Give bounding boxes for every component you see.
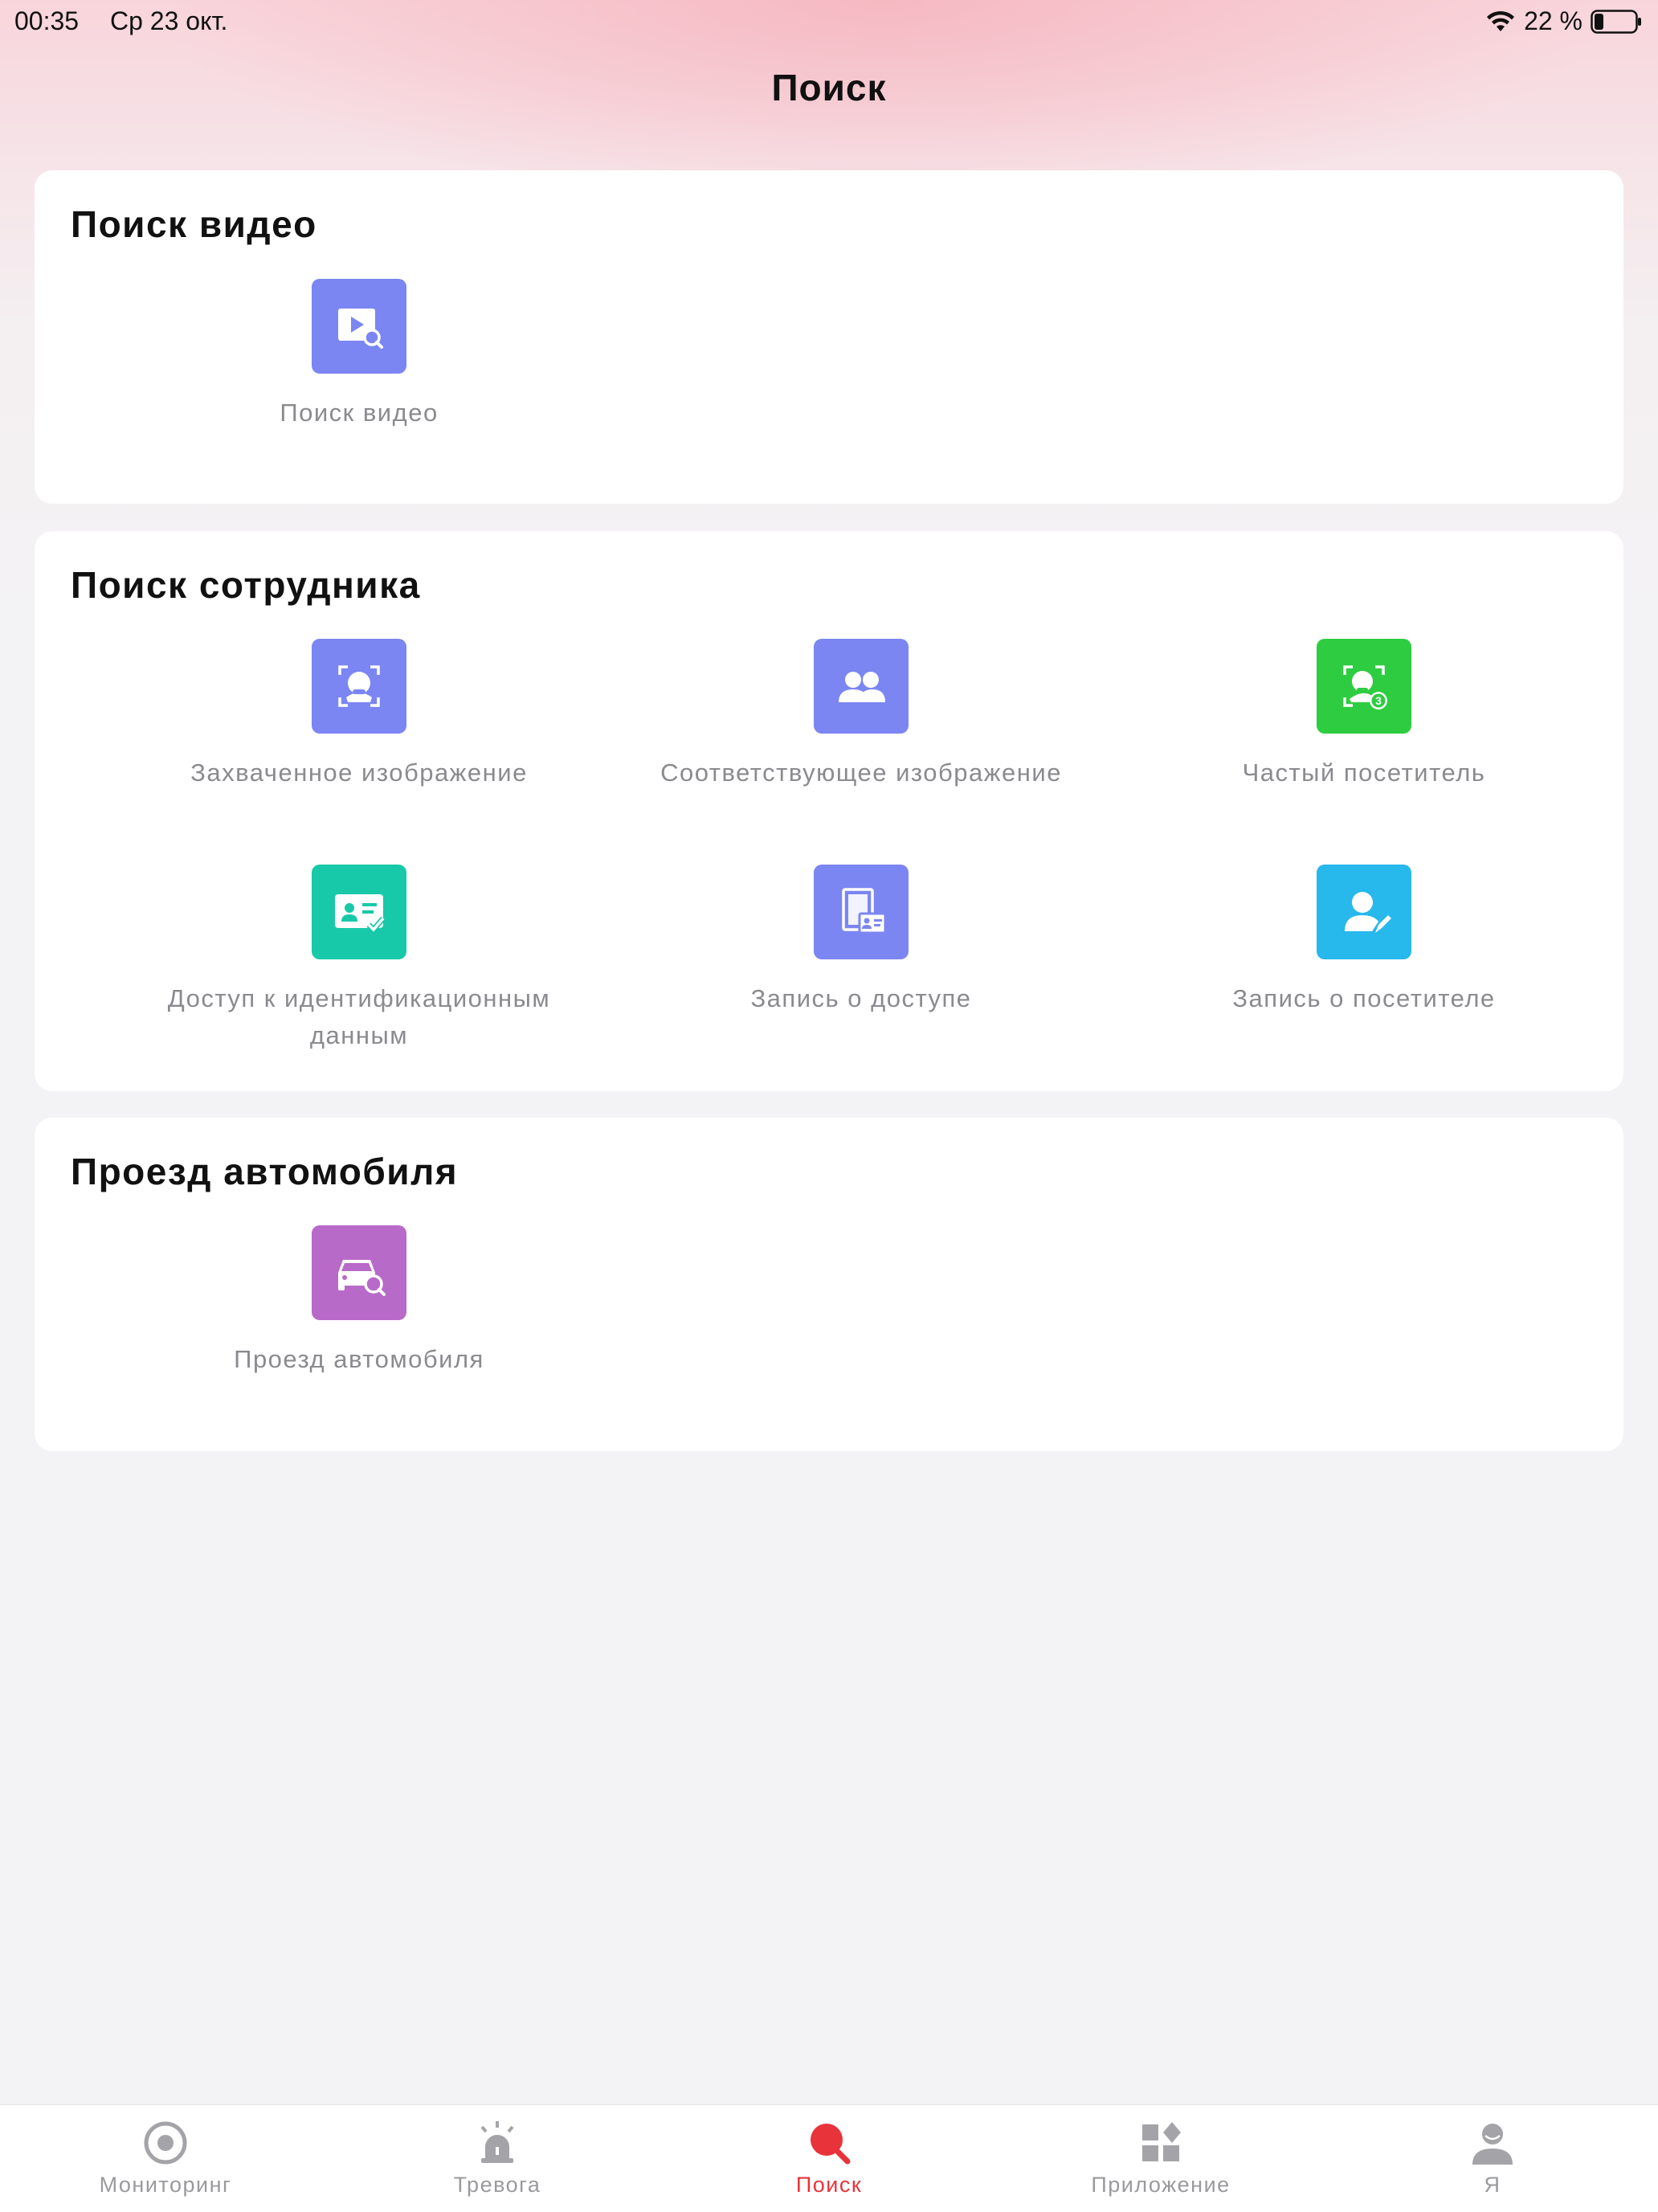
tile-label: Соответствующее изображение [660, 758, 1062, 787]
tile-label: Запись о посетителе [1232, 984, 1496, 1012]
monitoring-icon [144, 2121, 187, 2165]
section-video-search: Поиск видео Поиск видео [35, 170, 1623, 504]
video-search-icon [312, 279, 406, 374]
tab-apps[interactable]: Приложение [995, 2118, 1326, 2198]
status-bar: 00:35 Ср 23 окт. 22 % [0, 0, 1658, 45]
tile-captured-image[interactable]: Захваченное изображение [110, 639, 608, 791]
section-title: Поиск видео [71, 203, 317, 245]
battery-percent: 22 % [1524, 6, 1582, 35]
tab-profile[interactable]: Я [1327, 2118, 1658, 2198]
tile-label: Запись о доступе [750, 984, 972, 1012]
section-vehicle-passage: Проезд автомобиля Проезд автомобиля [35, 1118, 1623, 1451]
status-indicators: 22 % [1485, 6, 1642, 36]
tab-label: Я [1484, 2173, 1501, 2197]
tab-label: Приложение [1091, 2173, 1231, 2197]
svg-text:3: 3 [1375, 694, 1382, 707]
tab-bar: Мониторинг Тревога Поиск Приложение Я [0, 2104, 1658, 2212]
tile-label: Захваченное изображение [190, 758, 528, 787]
tile-frequent-visitor[interactable]: 3 Частый посетитель [1115, 639, 1613, 791]
alarm-icon [480, 2121, 514, 2163]
tab-search[interactable]: Поиск [664, 2118, 994, 2198]
people-match-icon [814, 639, 909, 734]
tile-video-search[interactable]: Поиск видео [110, 279, 608, 431]
vehicle-search-icon [312, 1225, 406, 1320]
search-icon [811, 2124, 851, 2165]
tile-label: Доступ к идентификационным данным [167, 984, 551, 1049]
battery-icon [1591, 9, 1641, 34]
tab-label: Мониторинг [99, 2173, 232, 2197]
frequent-visitor-icon: 3 [1317, 639, 1411, 734]
tile-visitor-record[interactable]: Запись о посетителе [1115, 865, 1613, 1017]
id-access-icon [312, 865, 406, 959]
page-title: Поиск [771, 67, 887, 108]
access-record-icon [814, 865, 909, 959]
tile-vehicle-passage[interactable]: Проезд автомобиля [110, 1225, 608, 1378]
face-capture-icon [312, 639, 406, 734]
tab-label: Тревога [453, 2173, 541, 2197]
status-date: Ср 23 окт. [110, 6, 228, 35]
section-title: Поиск сотрудника [71, 564, 421, 606]
tile-label: Проезд автомобиля [234, 1345, 484, 1373]
tile-label: Поиск видео [280, 399, 439, 427]
section-title: Проезд автомобиля [71, 1151, 459, 1192]
apps-icon [1142, 2122, 1181, 2161]
profile-icon [1472, 2124, 1513, 2165]
status-time: 00:35 [14, 6, 80, 35]
tile-label: Частый посетитель [1242, 758, 1486, 787]
tile-access-record[interactable]: Запись о доступе [612, 865, 1110, 1017]
section-employee-search: Поиск сотрудника Захваченное изображение… [35, 531, 1623, 1091]
tile-id-access[interactable]: Доступ к идентификационным данным [110, 865, 608, 1054]
wifi-icon [1487, 10, 1515, 31]
visitor-record-icon [1317, 865, 1411, 959]
tab-label: Поиск [795, 2173, 863, 2197]
tab-monitoring[interactable]: Мониторинг [0, 2118, 331, 2198]
tab-alarm[interactable]: Тревога [332, 2118, 663, 2198]
tile-matched-image[interactable]: Соответствующее изображение [612, 639, 1110, 791]
